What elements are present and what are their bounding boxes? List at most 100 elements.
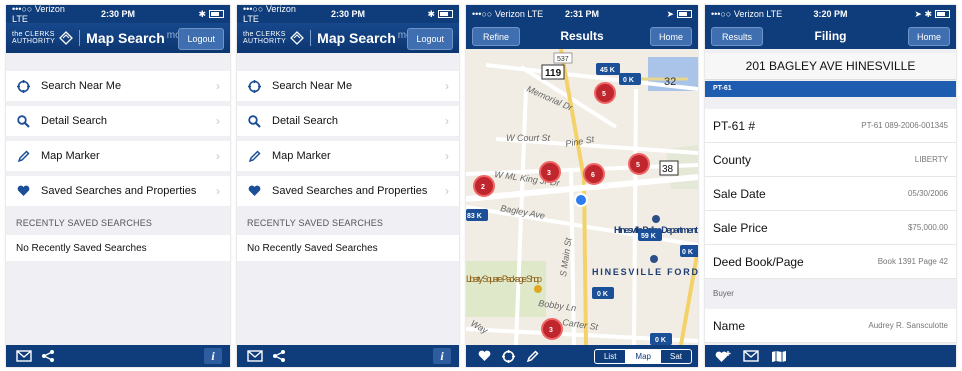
heart-add-icon[interactable] <box>713 348 733 364</box>
menu-item-saved-searches[interactable]: Saved Searches and Properties › <box>237 176 459 206</box>
pencil-icon <box>247 149 261 163</box>
cluster-marker[interactable]: 3 <box>539 161 561 183</box>
svg-text:5: 5 <box>636 162 640 169</box>
empty-state-text: No Recently Saved Searches <box>6 235 230 261</box>
segment-map[interactable]: Map <box>625 350 660 363</box>
field-row: PT-61 # PT-61 089-2006-001345 <box>705 109 956 143</box>
status-bar: •••○○ Verizon LTE 2:30 PM ✱ <box>6 5 230 24</box>
bottom-toolbar: i <box>6 345 230 367</box>
phone-screen-map-search-2: •••○○ Verizon LTE 2:30 PM ✱ the CLERKS AU… <box>237 5 459 367</box>
cluster-marker[interactable]: 5 <box>594 82 616 104</box>
menu-item-label: Detail Search <box>41 115 108 127</box>
svg-text:0 K: 0 K <box>623 77 634 84</box>
heart-icon[interactable] <box>474 348 494 364</box>
phone-screen-filing: •••○○ Verizon LTE 3:20 PM ➤ ✱ Results Fi… <box>705 5 956 367</box>
map-view-segmented-control: List Map Sat <box>593 349 692 364</box>
chevron-right-icon: › <box>445 184 449 198</box>
field-label: PT-61 # <box>713 118 756 133</box>
pencil-icon[interactable] <box>522 348 542 364</box>
status-bar: •••○○ Verizon LTE 3:20 PM ➤ ✱ <box>705 5 956 23</box>
section-header-recent: RECENTLY SAVED SEARCHES <box>16 218 153 228</box>
segment-list[interactable]: List <box>595 350 625 363</box>
svg-text:119: 119 <box>545 68 562 79</box>
poi-label: HINESVILLE FORD <box>592 267 698 277</box>
field-label: County <box>713 152 752 167</box>
logo-diamond-icon <box>59 31 74 45</box>
home-button[interactable]: Home <box>649 27 692 46</box>
field-label: Sale Date <box>713 186 766 201</box>
cluster-marker[interactable]: 2 <box>473 175 495 197</box>
segment-sat[interactable]: Sat <box>659 350 691 363</box>
price-pin[interactable]: 0 K <box>680 245 698 257</box>
field-value: LIBERTY <box>914 155 948 164</box>
cluster-marker[interactable]: 6 <box>583 163 605 185</box>
field-value: Book 1391 Page 42 <box>877 257 948 266</box>
clock: 2:30 PM <box>330 9 365 19</box>
svg-text:38: 38 <box>662 164 674 175</box>
field-row: County LIBERTY <box>705 143 956 177</box>
chevron-right-icon: › <box>445 79 449 93</box>
property-address: 201 BAGLEY AVE HINESVILLE <box>705 53 956 80</box>
cluster-marker[interactable]: 5 <box>628 153 650 175</box>
target-icon <box>247 79 261 93</box>
menu-item-detail-search[interactable]: Detail Search › <box>237 106 459 136</box>
poi-label: Liberty Square Package Shop <box>466 274 542 284</box>
field-row: Deed Book/Page Book 1391 Page 42 <box>705 245 956 279</box>
menu-item-map-marker[interactable]: Map Marker › <box>6 141 230 171</box>
share-icon[interactable] <box>38 348 58 364</box>
price-pin[interactable]: 0 K <box>592 287 614 299</box>
street-label: W Court St <box>506 133 551 143</box>
current-location-dot <box>574 193 588 207</box>
email-icon[interactable] <box>245 348 265 364</box>
cluster-marker[interactable]: 3 <box>541 318 563 340</box>
svg-text:2: 2 <box>481 184 485 191</box>
price-pin[interactable]: 83 K <box>466 209 488 221</box>
home-button[interactable]: Home <box>907 27 950 46</box>
price-pin[interactable]: 0 K <box>619 73 641 85</box>
share-icon[interactable] <box>269 348 289 364</box>
status-bar: •••○○ Verizon LTE 2:31 PM ➤ <box>466 5 698 23</box>
svg-text:3: 3 <box>549 327 553 334</box>
logo-line-1: the CLERKS <box>243 31 286 38</box>
logo-diamond-icon <box>290 31 305 45</box>
carrier-label: •••○○ Verizon LTE <box>711 9 783 19</box>
logout-button[interactable]: Logout <box>407 28 453 50</box>
menu-item-search-near-me[interactable]: Search Near Me › <box>6 71 230 101</box>
menu-item-label: Saved Searches and Properties <box>41 185 197 197</box>
menu-item-saved-searches[interactable]: Saved Searches and Properties › <box>6 176 230 206</box>
police-poi-icon[interactable] <box>652 215 660 223</box>
field-value: $75,000.00 <box>907 223 948 232</box>
menu-item-map-marker[interactable]: Map Marker › <box>237 141 459 171</box>
svg-text:32: 32 <box>664 76 676 88</box>
clock: 2:31 PM <box>564 9 599 19</box>
phone-screen-map-search-1: •••○○ Verizon LTE 2:30 PM ✱ the CLERKS AU… <box>6 5 230 367</box>
menu-item-detail-search[interactable]: Detail Search › <box>6 106 230 136</box>
info-icon[interactable]: i <box>433 348 451 364</box>
svg-text:6: 6 <box>591 172 595 179</box>
ford-poi-icon[interactable] <box>650 255 658 263</box>
field-row: Sale Price $75,000.00 <box>705 211 956 245</box>
menu-item-search-near-me[interactable]: Search Near Me › <box>237 71 459 101</box>
logout-button[interactable]: Logout <box>178 28 224 50</box>
target-icon <box>16 79 30 93</box>
route-shield-32: 32 <box>664 76 676 88</box>
price-pin[interactable]: 0 K <box>650 333 672 345</box>
clerks-authority-logo: the CLERKS AUTHORITY <box>243 31 305 45</box>
chevron-right-icon: › <box>445 149 449 163</box>
svg-text:3: 3 <box>547 170 551 177</box>
route-shield-537: 537 <box>553 52 573 64</box>
map-icon[interactable] <box>769 348 789 364</box>
results-map[interactable]: 537 119 32 38 Memorial Dr W Court St Pin… <box>466 49 698 345</box>
battery-icon: ➤ ✱ <box>870 9 951 20</box>
email-icon[interactable] <box>741 348 761 364</box>
svg-text:45 K: 45 K <box>600 67 615 74</box>
menu-item-label: Map Marker <box>272 150 331 162</box>
price-pin[interactable]: 59 K <box>638 229 662 241</box>
shop-poi-icon[interactable] <box>534 285 542 293</box>
target-icon[interactable] <box>498 348 518 364</box>
bottom-toolbar: List Map Sat <box>466 345 698 367</box>
price-pin[interactable]: 45 K <box>596 63 620 75</box>
email-icon[interactable] <box>14 348 34 364</box>
svg-text:0 K: 0 K <box>597 291 608 298</box>
info-icon[interactable]: i <box>204 348 222 364</box>
